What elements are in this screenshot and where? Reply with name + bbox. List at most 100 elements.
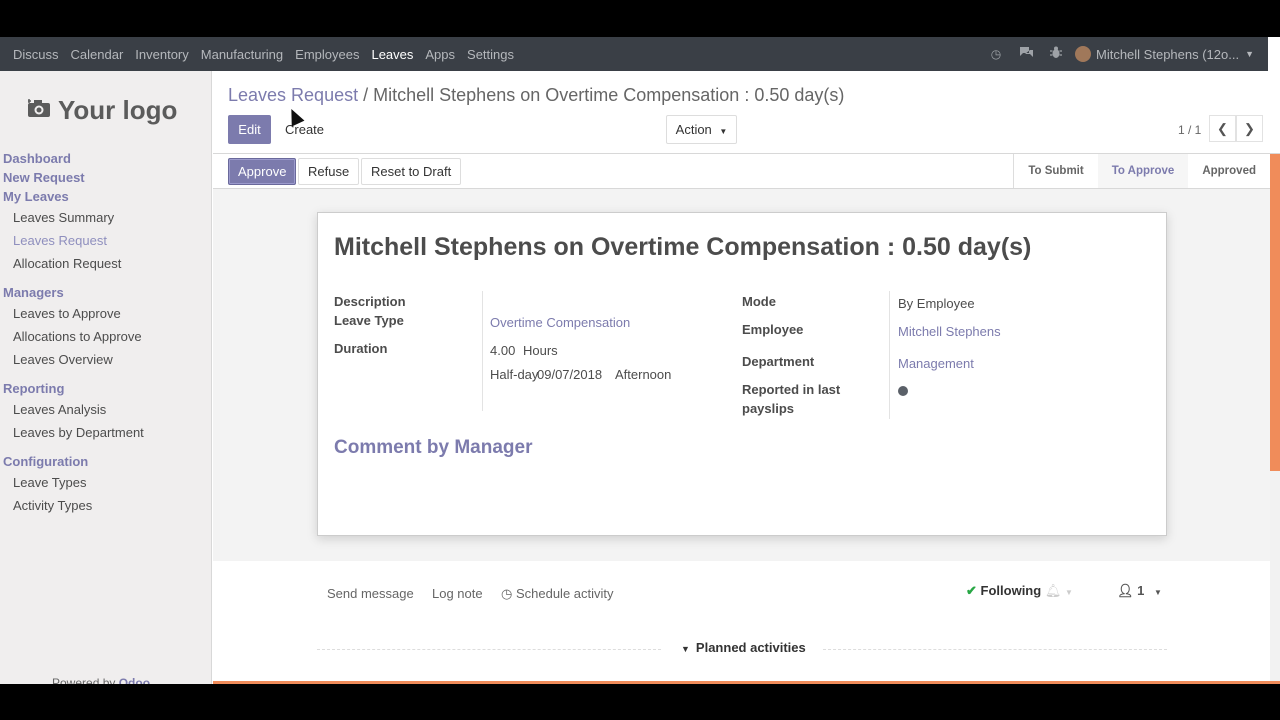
caret-down-icon: ▼ xyxy=(681,644,690,654)
user-icon: 👤︎ xyxy=(1117,583,1134,598)
sidebar-item-activity-types[interactable]: Activity Types xyxy=(0,494,212,517)
systray: ◷ Mitchell Stephens (12o... ▼ xyxy=(981,37,1280,71)
sidebar-menu: Dashboard New Request My Leaves Leaves S… xyxy=(0,149,212,517)
sidebar-item-allocations-to-approve[interactable]: Allocations to Approve xyxy=(0,325,212,348)
user-menu[interactable]: Mitchell Stephens (12o... ▼ xyxy=(1075,46,1254,62)
description-label: Description xyxy=(334,294,406,309)
form-statusbar: Approve Refuse Reset to Draft To Submit … xyxy=(213,154,1270,189)
breadcrumb-current: Mitchell Stephens on Overtime Compensati… xyxy=(373,85,845,105)
sidebar-section-configuration[interactable]: Configuration xyxy=(0,452,212,471)
stage-to-approve: To Approve xyxy=(1097,154,1189,188)
sidebar-item-leaves-by-department[interactable]: Leaves by Department xyxy=(0,421,212,444)
caret-down-icon: ▼ xyxy=(1245,49,1254,59)
duration-label: Duration xyxy=(334,341,388,356)
department-link[interactable]: Management xyxy=(898,356,974,371)
sidebar-item-leaves-request[interactable]: Leaves Request xyxy=(0,229,212,252)
sidebar-item-leave-types[interactable]: Leave Types xyxy=(0,471,212,494)
chat-icon[interactable] xyxy=(1011,46,1041,62)
reported-label-line1: Reported in last xyxy=(742,382,841,397)
caret-down-icon: ▼ xyxy=(1154,588,1162,597)
following-button[interactable]: ✔ Following 🔔︎ ▼ xyxy=(966,583,1073,599)
leave-type-link[interactable]: Overtime Compensation xyxy=(490,315,630,330)
action-dropdown[interactable]: Action ▼ xyxy=(666,115,737,144)
half-day-label: Half-day xyxy=(490,367,539,382)
divider xyxy=(317,649,661,650)
approve-button[interactable]: Approve xyxy=(228,158,297,185)
sidebar-section-reporting[interactable]: Reporting xyxy=(0,379,212,398)
record-title: Mitchell Stephens on Overtime Compensati… xyxy=(334,233,1032,261)
sidebar-item-leaves-to-approve[interactable]: Leaves to Approve xyxy=(0,302,212,325)
app-settings[interactable]: Settings xyxy=(461,47,520,62)
form-sheet-background: Mitchell Stephens on Overtime Compensati… xyxy=(213,189,1270,561)
powered-prefix: Powered by xyxy=(52,676,116,684)
send-message-button[interactable]: Send message xyxy=(327,586,414,601)
bug-icon[interactable] xyxy=(1041,46,1071,62)
breadcrumb: Leaves Request / Mitchell Stephens on Ov… xyxy=(228,85,844,106)
sidebar-item-allocation-request[interactable]: Allocation Request xyxy=(0,252,212,275)
chevron-left-icon: ❮ xyxy=(1217,121,1228,136)
pager-previous-button[interactable]: ❮ xyxy=(1209,115,1236,142)
pager-value[interactable]: 1 / 1 xyxy=(1178,123,1201,137)
app-window: Discuss Calendar Inventory Manufacturing… xyxy=(0,37,1280,684)
edit-button[interactable]: Edit xyxy=(228,115,271,144)
caret-down-icon: ▼ xyxy=(719,127,728,136)
mode-label: Mode xyxy=(742,294,776,309)
employee-label: Employee xyxy=(742,322,804,337)
pager-next-button[interactable]: ❯ xyxy=(1236,115,1263,142)
clock-icon: ◷ xyxy=(501,586,513,601)
clock-icon[interactable]: ◷ xyxy=(981,47,1011,61)
field-divider xyxy=(889,291,890,419)
chatter: Send message Log note ◷ Schedule activit… xyxy=(213,561,1270,684)
following-label: Following xyxy=(980,583,1042,598)
scrollbar-thumb[interactable] xyxy=(1270,154,1280,471)
sidebar-item-my-leaves[interactable]: My Leaves xyxy=(0,187,212,206)
leave-type-label: Leave Type xyxy=(334,313,404,328)
sidebar: Your logo Dashboard New Request My Leave… xyxy=(0,71,212,684)
schedule-activity-label: Schedule activity xyxy=(515,586,614,601)
reported-status-indicator xyxy=(898,386,908,396)
form-sheet: Mitchell Stephens on Overtime Compensati… xyxy=(317,212,1167,536)
powered-brand-link[interactable]: Odoo xyxy=(119,676,150,684)
sidebar-item-new-request[interactable]: New Request xyxy=(0,168,212,187)
reset-to-draft-button[interactable]: Reset to Draft xyxy=(361,158,462,185)
logo-text: Your logo xyxy=(58,95,178,125)
stage-approved: Approved xyxy=(1202,165,1256,177)
reported-label-line2: payslips xyxy=(742,401,795,416)
planned-activities-toggle[interactable]: ▼ Planned activities xyxy=(317,639,1167,659)
half-day-date: 09/07/2018 xyxy=(537,367,603,382)
breadcrumb-parent-link[interactable]: Leaves Request xyxy=(228,85,358,105)
app-manufacturing[interactable]: Manufacturing xyxy=(195,47,289,62)
mode-value: By Employee xyxy=(898,296,975,311)
half-day-period: Afternoon xyxy=(615,367,672,382)
comment-section-title: Comment by Manager xyxy=(334,437,533,458)
breadcrumb-separator: / xyxy=(363,85,369,105)
powered-by: Powered by Odoo xyxy=(52,676,150,684)
log-note-button[interactable]: Log note xyxy=(432,586,483,601)
app-inventory[interactable]: Inventory xyxy=(129,47,194,62)
app-employees[interactable]: Employees xyxy=(289,47,365,62)
duration-unit: Hours xyxy=(523,343,558,358)
app-apps[interactable]: Apps xyxy=(419,47,461,62)
app-calendar[interactable]: Calendar xyxy=(65,47,130,62)
company-logo: Your logo xyxy=(27,95,178,126)
bell-icon[interactable]: 🔔︎ xyxy=(1045,583,1062,598)
action-label: Action xyxy=(675,122,712,137)
app-discuss[interactable]: Discuss xyxy=(7,47,65,62)
content-scrollbar[interactable] xyxy=(1270,154,1280,684)
schedule-activity-button[interactable]: ◷ Schedule activity xyxy=(501,586,614,602)
field-divider xyxy=(482,291,483,411)
app-menu: Discuss Calendar Inventory Manufacturing… xyxy=(7,37,520,71)
sidebar-item-leaves-analysis[interactable]: Leaves Analysis xyxy=(0,398,212,421)
sidebar-item-leaves-overview[interactable]: Leaves Overview xyxy=(0,348,212,371)
followers-button[interactable]: 👤︎ 1 ▼ xyxy=(1117,583,1162,599)
user-name: Mitchell Stephens (12o... xyxy=(1096,46,1240,62)
stage-indicator: To Submit To Approve Approved xyxy=(1013,154,1270,188)
avatar xyxy=(1075,46,1091,62)
sidebar-item-dashboard[interactable]: Dashboard xyxy=(0,149,212,168)
refuse-button[interactable]: Refuse xyxy=(298,158,360,185)
sidebar-section-managers[interactable]: Managers xyxy=(0,283,212,302)
app-leaves[interactable]: Leaves xyxy=(365,47,419,62)
sidebar-item-leaves-summary[interactable]: Leaves Summary xyxy=(0,206,212,229)
department-label: Department xyxy=(742,354,815,369)
employee-link[interactable]: Mitchell Stephens xyxy=(898,324,1001,339)
